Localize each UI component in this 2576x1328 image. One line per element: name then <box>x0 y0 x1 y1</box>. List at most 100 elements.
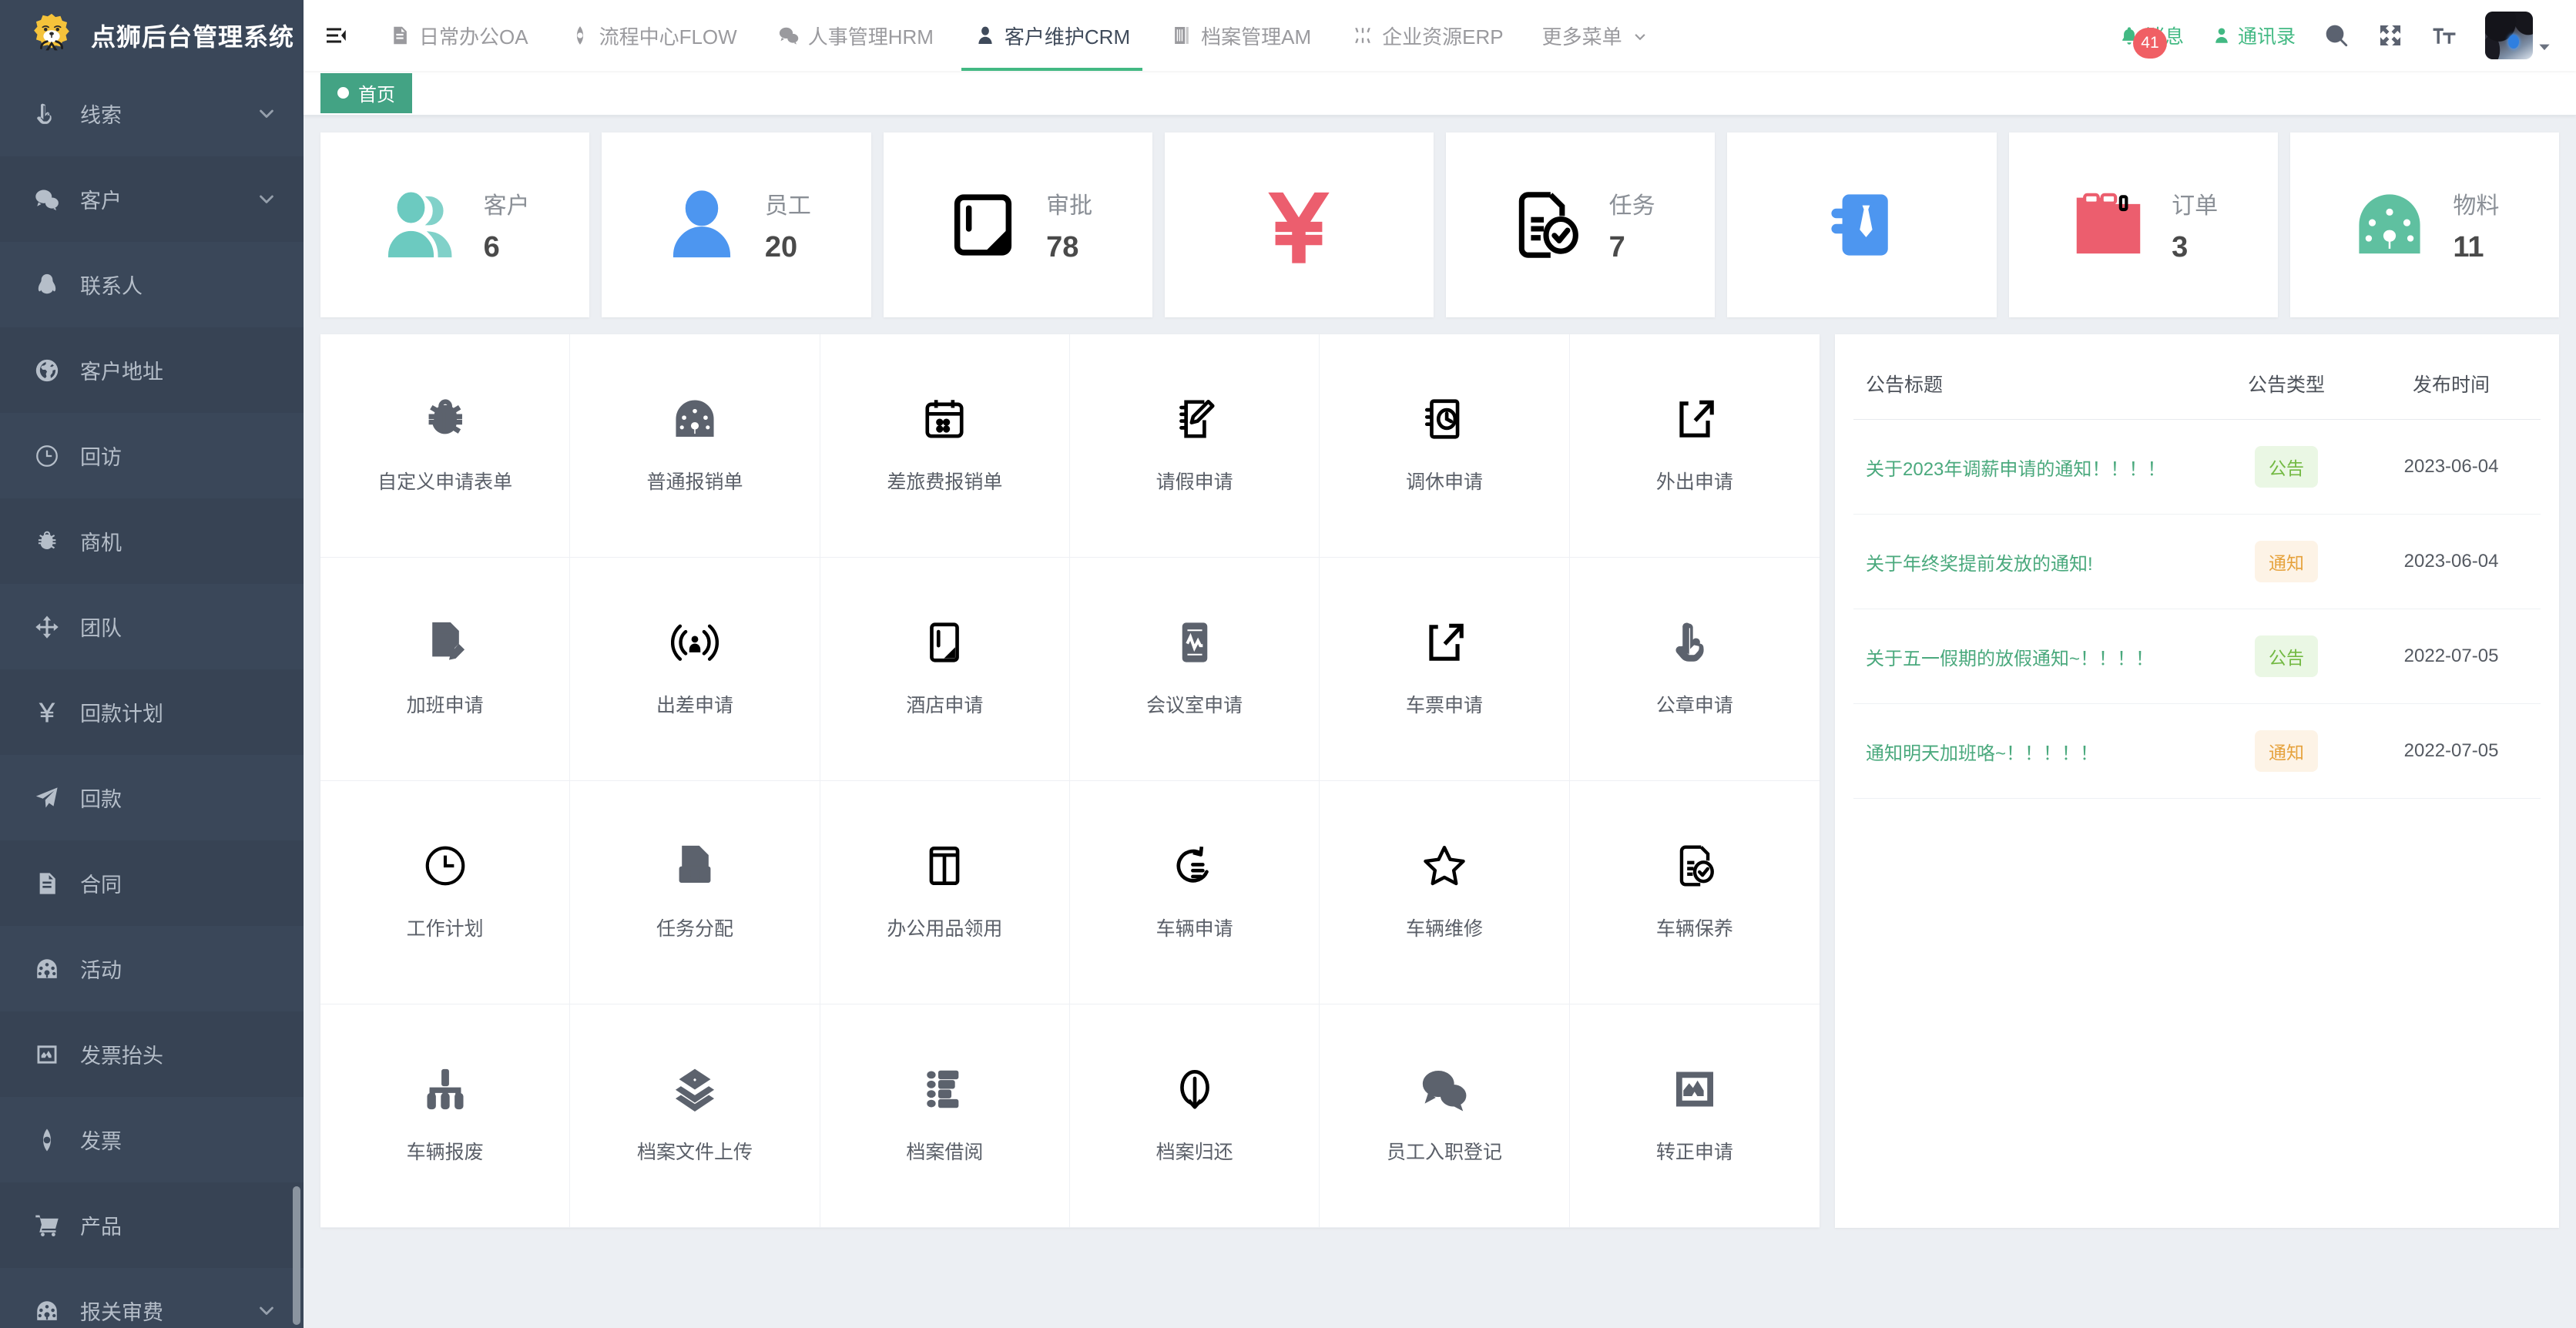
announcement-row[interactable]: 关于五一假期的放假通知~！！！！ 公告 2022-07-05 <box>1853 609 2541 704</box>
user-person-icon <box>662 185 742 265</box>
topnav-item-2[interactable]: 人事管理HRM <box>757 0 954 71</box>
app-cell-22[interactable]: 员工入职登记 <box>1320 1004 1570 1228</box>
sidebar-item-8[interactable]: 回款 <box>0 755 304 840</box>
app-cell-12[interactable]: 工作计划 <box>320 781 571 1004</box>
hamburger-collapse-icon[interactable] <box>304 24 368 47</box>
external-link-icon <box>1669 394 1720 444</box>
document-icon <box>31 867 63 900</box>
sidebar-nav: 线索 客户 联系人 客户地址 回访商机团队回款计划 回款 合同 活动 发票抬头 发票 产品 报关审费 <box>0 71 304 1328</box>
sidebar-item-10[interactable]: 活动 <box>0 926 304 1011</box>
sidebar-scrollbar-track[interactable] <box>293 74 300 1299</box>
stat-card-7[interactable]: 物料 11 <box>2289 132 2559 317</box>
app-cell-5[interactable]: 外出申请 <box>1569 334 1820 558</box>
fullscreen-icon[interactable] <box>2363 0 2417 71</box>
sidebar-item-6[interactable]: 团队 <box>0 584 304 669</box>
topnav-item-5[interactable]: 企业资源ERP <box>1331 0 1523 71</box>
top-bar-right: 消息 41 通讯录 <box>2105 0 2576 71</box>
app-cell-14[interactable]: 办公用品领用 <box>820 781 1070 1004</box>
announcement-row[interactable]: 关于年终奖提前发放的通知! 通知 2023-06-04 <box>1853 514 2541 609</box>
qq-penguin-icon <box>31 269 63 301</box>
sidebar-item-11[interactable]: 发票抬头 <box>0 1011 304 1097</box>
archive-book-icon <box>1170 24 1193 47</box>
messages-button[interactable]: 消息 41 <box>2105 22 2198 59</box>
gauge-icon <box>2350 185 2430 265</box>
font-size-icon[interactable] <box>2417 0 2471 71</box>
sidebar-logo[interactable]: 点狮后台管理系统 <box>0 0 304 71</box>
announcement-type-cell: 公告 <box>2210 609 2363 704</box>
app-cell-label: 外出申请 <box>1655 471 1733 494</box>
app-cell-7[interactable]: 出差申请 <box>570 558 820 781</box>
announcement-title-link[interactable]: 关于2023年调薪申请的通知！！！！ <box>1866 459 2165 480</box>
announcement-type-cell: 公告 <box>2210 419 2363 515</box>
calendar-icon <box>919 394 970 444</box>
lower-panels: 自定义申请表单 普通报销单 差旅费报销单 请假申请 调休申请 外出申请 加班申请… <box>320 334 2559 1228</box>
app-cell-4[interactable]: 调休申请 <box>1320 334 1570 558</box>
app-cell-2[interactable]: 差旅费报销单 <box>820 334 1070 558</box>
sidebar-item-13[interactable]: 产品 <box>0 1182 304 1268</box>
sidebar-item-3[interactable]: 客户地址 <box>0 327 304 413</box>
app-cell-label: 车辆维修 <box>1405 918 1483 941</box>
stat-card-5[interactable] <box>1727 132 1997 317</box>
sidebar-item-label: 商机 <box>80 532 122 555</box>
sidebar-item-5[interactable]: 商机 <box>0 498 304 584</box>
announcement-title-link[interactable]: 关于年终奖提前发放的通知! <box>1866 554 2093 575</box>
app-cell-9[interactable]: 会议室申请 <box>1070 558 1320 781</box>
app-cell-18[interactable]: 车辆报废 <box>320 1004 571 1228</box>
app-cell-15[interactable]: 车辆申请 <box>1070 781 1320 1004</box>
topnav-item-4[interactable]: 档案管理AM <box>1150 0 1331 71</box>
announcement-header-row: 公告标题 公告类型 发布时间 <box>1853 354 2541 420</box>
sidebar-item-14[interactable]: 报关审费 <box>0 1268 304 1328</box>
topnav-item-1[interactable]: 流程中心FLOW <box>548 0 757 71</box>
app-cell-1[interactable]: 普通报销单 <box>570 334 820 558</box>
app-cell-8[interactable]: 酒店申请 <box>820 558 1070 781</box>
announcement-row[interactable]: 关于2023年调薪申请的通知！！！！ 公告 2023-06-04 <box>1853 419 2541 515</box>
app-cell-13[interactable]: 任务分配 <box>570 781 820 1004</box>
messages-badge: 41 <box>2132 28 2167 59</box>
stat-card-3[interactable] <box>1164 132 1434 317</box>
topnav-item-3[interactable]: 客户维护CRM <box>954 0 1150 71</box>
announcement-row[interactable]: 通知明天加班咯~！！！！！ 通知 2022-07-05 <box>1853 703 2541 799</box>
sidebar-item-2[interactable]: 联系人 <box>0 242 304 327</box>
more-menu-button[interactable]: 更多菜单 <box>1524 22 1667 50</box>
stat-card-4[interactable]: 任务 7 <box>1446 132 1716 317</box>
app-cell-10[interactable]: 车票申请 <box>1320 558 1570 781</box>
stat-text: 审批 78 <box>1046 186 1092 264</box>
avatar-eye <box>2508 35 2519 49</box>
stat-card-1[interactable]: 员工 20 <box>602 132 871 317</box>
sidebar-item-9[interactable]: 合同 <box>0 840 304 926</box>
app-cell-23[interactable]: 转正申请 <box>1569 1004 1820 1228</box>
contacts-button[interactable]: 通讯录 <box>2198 22 2309 49</box>
avatar-dropdown-caret-icon[interactable] <box>2533 12 2556 59</box>
status-badge: 公告 <box>2254 635 2318 677</box>
announcement-date-cell: 2022-07-05 <box>2362 609 2541 704</box>
app-cell-3[interactable]: 请假申请 <box>1070 334 1320 558</box>
sidebar-item-4[interactable]: 回访 <box>0 413 304 498</box>
sidebar-item-1[interactable]: 客户 <box>0 156 304 242</box>
sidebar-item-0[interactable]: 线索 <box>0 71 304 156</box>
sidebar-scrollbar-thumb[interactable] <box>293 1186 300 1325</box>
announcement-title-link[interactable]: 通知明天加班咯~！！！！！ <box>1866 743 2098 764</box>
stat-value: 7 <box>1608 230 1625 263</box>
app-cell-19[interactable]: 档案文件上传 <box>570 1004 820 1228</box>
status-badge: 公告 <box>2254 446 2318 488</box>
stat-card-0[interactable]: 客户 6 <box>320 132 590 317</box>
app-cell-0[interactable]: 自定义申请表单 <box>320 334 571 558</box>
sidebar-item-12[interactable]: 发票 <box>0 1097 304 1182</box>
app-cell-16[interactable]: 车辆维修 <box>1320 781 1570 1004</box>
tab-active-dot-icon <box>337 87 349 99</box>
app-cell-20[interactable]: 档案借阅 <box>820 1004 1070 1228</box>
topnav-item-0[interactable]: 日常办公OA <box>368 0 548 71</box>
tab-home[interactable]: 首页 <box>320 72 412 113</box>
stat-card-6[interactable]: 订单 3 <box>2008 132 2278 317</box>
task-check-icon <box>1506 185 1586 265</box>
announcement-title-link[interactable]: 关于五一假期的放假通知~！！！！ <box>1866 649 2154 669</box>
stat-card-2[interactable]: 审批 78 <box>883 132 1152 317</box>
search-icon[interactable] <box>2309 0 2363 71</box>
sidebar-item-label: 团队 <box>80 617 122 640</box>
avatar[interactable] <box>2485 12 2533 59</box>
sidebar-item-7[interactable]: 回款计划 <box>0 669 304 755</box>
app-cell-6[interactable]: 加班申请 <box>320 558 571 781</box>
app-cell-21[interactable]: 档案归还 <box>1070 1004 1320 1228</box>
app-cell-11[interactable]: 公章申请 <box>1569 558 1820 781</box>
app-cell-17[interactable]: 车辆保养 <box>1569 781 1820 1004</box>
